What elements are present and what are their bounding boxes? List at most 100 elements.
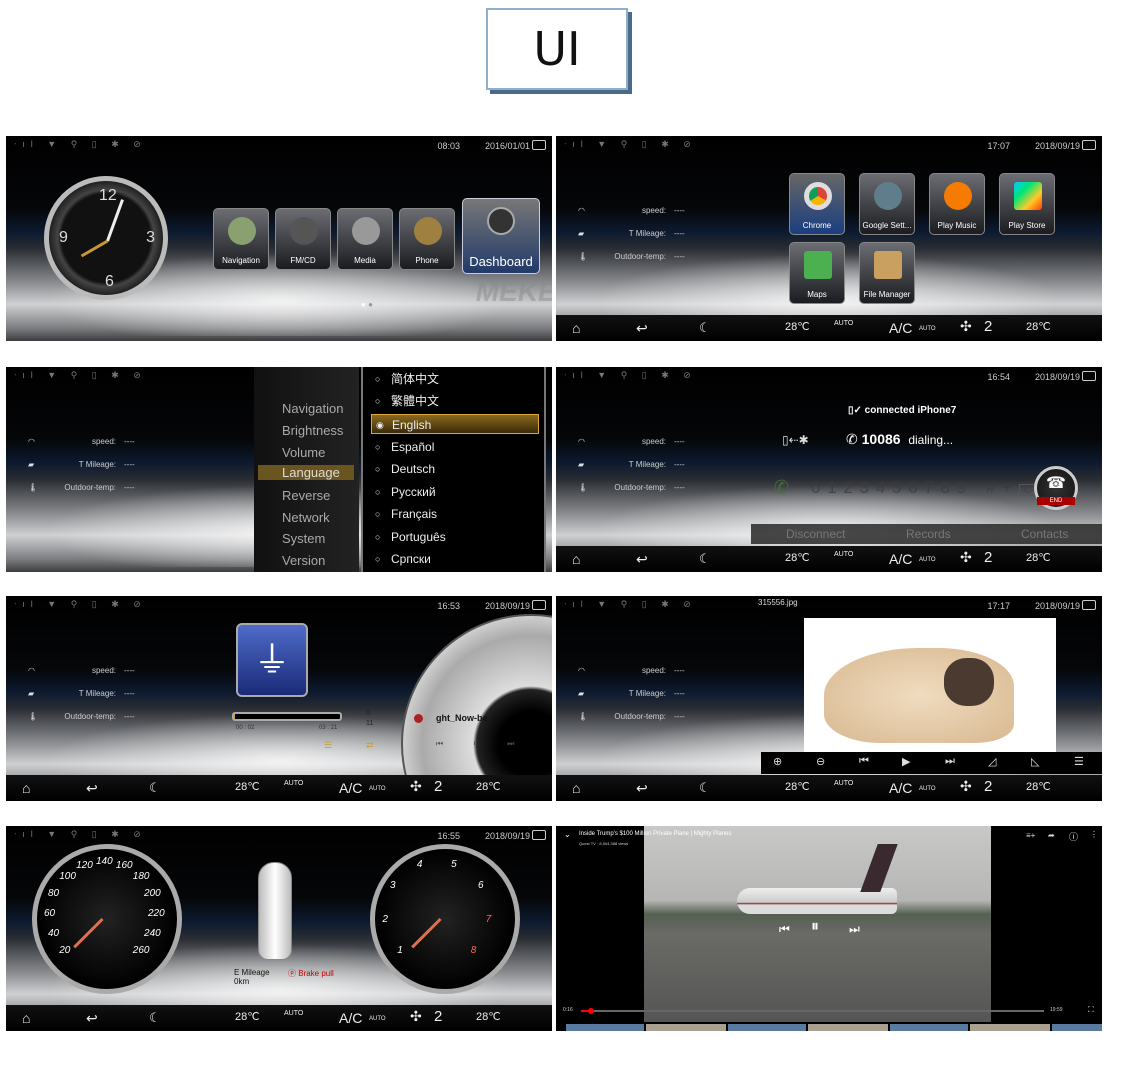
home-button[interactable]: ⌂: [22, 1010, 30, 1026]
left-temperature[interactable]: 28℃: [785, 320, 810, 333]
right-temperature[interactable]: 28℃: [1026, 551, 1051, 564]
ac-button[interactable]: A/C: [889, 320, 912, 336]
language-option-selected[interactable]: English: [371, 414, 539, 435]
repeat-icon[interactable]: ⇄: [366, 740, 374, 751]
records-tab[interactable]: Records: [906, 527, 951, 541]
fm-cd-app[interactable]: FM/CD: [275, 208, 331, 270]
add-to-queue-icon[interactable]: ≡+: [1026, 831, 1035, 840]
language-option[interactable]: 繁體中文: [371, 391, 539, 411]
settings-item[interactable]: Reverse: [282, 488, 330, 503]
left-temperature[interactable]: 28℃: [785, 551, 810, 564]
left-temperature[interactable]: 28℃: [785, 780, 810, 793]
home-button[interactable]: ⌂: [572, 551, 580, 567]
file-manager-app[interactable]: File Manager: [859, 242, 915, 304]
fan-icon[interactable]: ✣: [960, 549, 972, 566]
recent-apps-icon[interactable]: [1082, 371, 1096, 381]
progress-bar[interactable]: [232, 712, 342, 721]
language-option[interactable]: Español: [371, 437, 539, 457]
video-seek-bar[interactable]: [581, 1008, 1044, 1014]
night-mode-button[interactable]: ☾: [699, 551, 711, 567]
language-option[interactable]: Српски: [371, 549, 539, 569]
play-music-app[interactable]: Play Music: [929, 173, 985, 235]
fullscreen-icon[interactable]: ⛶: [1088, 1005, 1094, 1015]
settings-item[interactable]: Network: [282, 510, 330, 525]
auto-airflow-button[interactable]: AUTO: [284, 1010, 303, 1017]
settings-item-active[interactable]: Language: [258, 465, 354, 480]
playlist-icon[interactable]: ☰: [324, 740, 332, 751]
rotate-right-icon[interactable]: ◺: [1031, 755, 1039, 768]
auto-airflow-button[interactable]: AUTO: [834, 780, 853, 787]
language-option[interactable]: Français: [371, 504, 539, 524]
dashboard-app[interactable]: Dashboard: [462, 198, 540, 274]
recent-apps-icon[interactable]: [1082, 140, 1096, 150]
fan-speed[interactable]: 2: [434, 1008, 442, 1025]
call-icon[interactable]: ✆: [774, 477, 789, 498]
previous-button[interactable]: ⏮: [436, 739, 443, 748]
keypad[interactable]: 0 1 2 3 4 5 6 7 8 9 * # + C: [811, 478, 1037, 498]
collapse-icon[interactable]: ⌄: [564, 830, 571, 839]
list-icon[interactable]: ☰: [1074, 755, 1084, 768]
right-temperature[interactable]: 28℃: [476, 780, 501, 793]
share-icon[interactable]: ➦: [1048, 831, 1055, 840]
night-mode-button[interactable]: ☾: [699, 780, 711, 796]
left-temperature[interactable]: 28℃: [235, 1010, 260, 1023]
google-settings-app[interactable]: Google Sett...: [859, 173, 915, 235]
left-temperature[interactable]: 28℃: [235, 780, 260, 793]
back-button[interactable]: ↩: [636, 551, 648, 568]
language-option[interactable]: Deutsch: [371, 459, 539, 479]
settings-item[interactable]: Navigation: [282, 401, 343, 416]
night-mode-button[interactable]: ☾: [699, 320, 711, 336]
play-store-app[interactable]: Play Store: [999, 173, 1055, 235]
pause-video-icon[interactable]: ⏸: [811, 918, 819, 936]
chrome-app[interactable]: Chrome: [789, 173, 845, 235]
video-frame[interactable]: ⏮ ⏸ ⏭: [644, 826, 991, 1022]
back-button[interactable]: ↩: [86, 780, 98, 797]
media-app[interactable]: Media: [337, 208, 393, 270]
fan-icon[interactable]: ✣: [960, 778, 972, 795]
auto-airflow-button[interactable]: AUTO: [834, 551, 853, 558]
more-icon[interactable]: ⋮: [1090, 830, 1098, 839]
home-button[interactable]: ⌂: [22, 780, 30, 796]
right-temperature[interactable]: 28℃: [1026, 320, 1051, 333]
info-icon[interactable]: ⓘ: [1069, 830, 1078, 843]
right-temperature[interactable]: 28℃: [476, 1010, 501, 1023]
maps-app[interactable]: Maps: [789, 242, 845, 304]
night-mode-button[interactable]: ☾: [149, 780, 161, 796]
back-button[interactable]: ↩: [636, 780, 648, 797]
recent-apps-icon[interactable]: [532, 830, 546, 840]
previous-icon[interactable]: ⏮: [859, 755, 869, 768]
rotate-left-icon[interactable]: ◿: [988, 755, 996, 768]
fan-speed[interactable]: 2: [984, 778, 992, 795]
ac-button[interactable]: A/C: [339, 1010, 362, 1026]
auto-airflow-button[interactable]: AUTO: [284, 780, 303, 787]
settings-item[interactable]: Version: [282, 553, 325, 568]
next-icon[interactable]: ⏭: [945, 755, 955, 768]
previous-video-icon[interactable]: ⏮: [779, 922, 790, 937]
back-button[interactable]: ↩: [86, 1010, 98, 1027]
phone-app[interactable]: Phone: [399, 208, 455, 270]
end-call-button[interactable]: ☎ END: [1034, 466, 1078, 510]
home-button[interactable]: ⌂: [572, 780, 580, 796]
fan-speed[interactable]: 2: [984, 318, 992, 335]
play-icon[interactable]: ▶: [902, 755, 910, 768]
settings-item[interactable]: System: [282, 531, 325, 546]
fan-icon[interactable]: ✣: [410, 778, 422, 795]
pause-button[interactable]: ⏸: [473, 739, 477, 748]
auto-airflow-button[interactable]: AUTO: [834, 320, 853, 327]
night-mode-button[interactable]: ☾: [149, 1010, 161, 1026]
settings-item[interactable]: Volume: [282, 445, 325, 460]
navigation-app[interactable]: Navigation: [213, 208, 269, 270]
contacts-tab[interactable]: Contacts: [1021, 527, 1068, 541]
home-button[interactable]: ⌂: [572, 320, 580, 336]
zoom-out-icon[interactable]: ⊖: [816, 755, 825, 768]
right-temperature[interactable]: 28℃: [1026, 780, 1051, 793]
fan-icon[interactable]: ✣: [960, 318, 972, 335]
fan-speed[interactable]: 2: [984, 549, 992, 566]
ac-button[interactable]: A/C: [889, 551, 912, 567]
fan-icon[interactable]: ✣: [410, 1008, 422, 1025]
ac-button[interactable]: A/C: [339, 780, 362, 796]
settings-item[interactable]: Brightness: [282, 423, 343, 438]
disconnect-tab[interactable]: Disconnect: [786, 527, 845, 541]
recent-apps-icon[interactable]: [1082, 600, 1096, 610]
back-button[interactable]: ↩: [636, 320, 648, 337]
